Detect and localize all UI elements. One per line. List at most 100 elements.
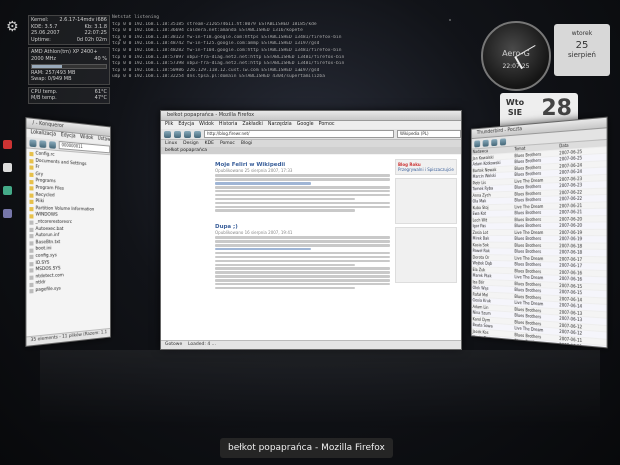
table-cell: Lech Wit [472,217,488,223]
gear-icon[interactable]: ⚙ [6,20,20,34]
netstat-row: tcp 0 0 192.168.1.18:57097 xbp3-fra-diag… [112,54,345,60]
badge-subtitle: Przegrywalni i Spiszaczujcie [398,167,454,172]
file-icon [29,248,34,253]
cpu-freq: 2000 MHz [31,55,57,62]
delete-icon[interactable] [499,137,507,146]
menu-item[interactable]: Narzędzia [268,121,292,129]
ram-usage: RAM: 257/493 MB [31,69,76,76]
bookmarks-bar: Linux Design KDE Pomoc Blogi [161,140,461,147]
cpu-section: AMD Athlon(tm) XP 2400+ 2000 MHz 40 % RAM: … [28,47,110,85]
tab-active[interactable]: bełkot popaprańca [165,148,207,153]
swap-usage: Swap: 0/949 MB [31,76,72,83]
cpu-usage: 40 % [94,55,107,62]
temp-row: M/B temp. 47°C [31,95,107,102]
netstat-header: Netstat listening [112,15,160,20]
menu-item[interactable]: Edycja [178,121,194,129]
post-meta: Opublikowano 25 sierpnia 2007, 17:33 [215,168,293,173]
table-cell: 2007-06-18 [559,242,583,249]
bookmark-item[interactable]: KDE [205,141,214,146]
table-cell: 2007-06-22 [559,195,583,202]
side-dock [3,140,12,218]
table-cell: Zosia Lot [472,229,489,235]
file-icon [29,268,34,274]
file-icon [29,159,34,164]
file-icon [29,186,34,191]
folder-icon[interactable] [3,209,12,218]
table-cell: Blues Brothers [514,242,542,248]
file-icon [29,275,34,280]
temp-section: CPU temp. 61°C M/B temp. 47°C [28,86,110,104]
file-manager-window[interactable]: / - Konqueror Lokalizacja Edycja Widok Usta… [25,117,111,347]
search-input[interactable]: Wikipedia (PL) [397,130,461,138]
forward-icon[interactable] [39,139,47,148]
firefox-window[interactable]: bełkot popaprańca - Mozilla Firefox Plik… [160,110,462,350]
bookmark-item[interactable]: Linux [165,141,177,146]
temp-value: 61°C [94,88,107,95]
home-icon[interactable] [49,140,56,149]
menu-item[interactable]: Edycja [61,132,76,141]
heart-icon[interactable] [3,140,12,149]
netstat-row: tcp 0 0 192.168.1.18:50986 226.129.118.1… [112,67,320,73]
home-icon[interactable] [194,130,201,138]
system-value: 2.6.17-14mdv i686 [59,17,107,23]
netstat-row: tcp 0 0 192.168.1.18:38123 fw-in-f18.goo… [112,34,342,40]
file-name: pagefile.sys [35,286,61,293]
table-cell: 2007-06-18 [559,249,583,255]
file-icon [29,234,34,239]
sidebar-box [395,178,457,224]
menu-item[interactable]: Google [297,121,314,129]
system-row: Kernel: 2.6.17-14mdv i686 [31,17,107,24]
reload-icon[interactable] [184,130,191,138]
file-icon [29,220,34,225]
table-cell: 2007-06-21 [559,202,583,209]
post-meta: Opublikowano 16 sierpnia 2007, 19:41 [215,229,293,235]
table-cell: Dorota Or [472,254,490,260]
clock-brand: Aero-G [502,49,530,58]
temp-label: CPU temp. [31,88,58,95]
table-cell: Blues Brothers [514,222,542,229]
bookmark-item[interactable]: Pomoc [220,141,235,146]
netstat-row: tcp 0 0 192.168.1.18:48742 fw-in-f125.go… [112,41,320,47]
table-cell: Kuba Stoj [472,204,489,210]
menu-item[interactable]: Zakładki [242,121,262,129]
reply-icon[interactable] [491,138,498,146]
navigation-toolbar: http://blog.firewr.net/ Wikipedia (PL) [161,129,461,140]
forward-icon[interactable] [174,130,181,138]
tab-bar: bełkot popaprańca [161,147,461,154]
calendar-weekday-month: Wto SIE [505,98,525,117]
file-icon [29,213,34,219]
url-input[interactable]: http://blog.firewr.net/ [204,130,394,138]
system-section: Kernel: 2.6.17-14mdv i686 KDE: 3.5.7 Kb: 3.… [28,15,110,46]
write-icon[interactable] [482,139,489,147]
table-cell: 2007-06-20 [559,222,583,228]
cpu-bar [31,63,107,69]
file-icon [29,241,34,246]
app-icon[interactable] [3,186,12,195]
analog-clock: Aero-G 22:07:25 [481,21,551,91]
document-icon[interactable] [3,163,12,172]
calendar-widget: wtorek 25 sierpień [554,24,610,76]
bookmark-item[interactable]: Blogi [241,141,252,146]
back-icon[interactable] [29,138,37,147]
menu-item[interactable]: Plik [165,121,173,129]
menu-item[interactable]: Historia [219,121,238,129]
cpu-name: AMD Athlon(tm) XP 2400+ [31,49,98,56]
file-icon [29,255,34,260]
back-icon[interactable] [164,130,171,138]
web-page: Moje Feliri w Wikipedii Opublikowano 25 … [161,155,461,341]
clock-time: 22:07:25 [502,63,530,70]
get-mail-icon[interactable] [474,139,481,147]
menu-item[interactable]: Pomoc [319,121,335,129]
file-icon [29,152,34,157]
sidebar-badge[interactable]: Blog Roku Przegrywalni i Spiszaczujcie [395,159,457,175]
table-cell: Live The Dream [514,203,544,209]
bookmark-item[interactable]: Design [183,141,199,146]
window-caption: bełkot popaprańca - Mozilla Firefox [220,438,393,458]
menu-item[interactable]: Widok [80,134,93,143]
mail-window[interactable]: Thunderbird - Poczta Nadawca Temat Data Jan… [470,116,608,349]
table-cell: 2007-06-20 [559,215,583,222]
netstat-row: tcp 0 0 192.168.1.18:48282 fw-in-f104.go… [112,47,342,53]
menu-item[interactable]: Widok [199,121,214,129]
table-cell: 2007-06-17 [559,255,583,262]
file-icon [29,165,34,171]
